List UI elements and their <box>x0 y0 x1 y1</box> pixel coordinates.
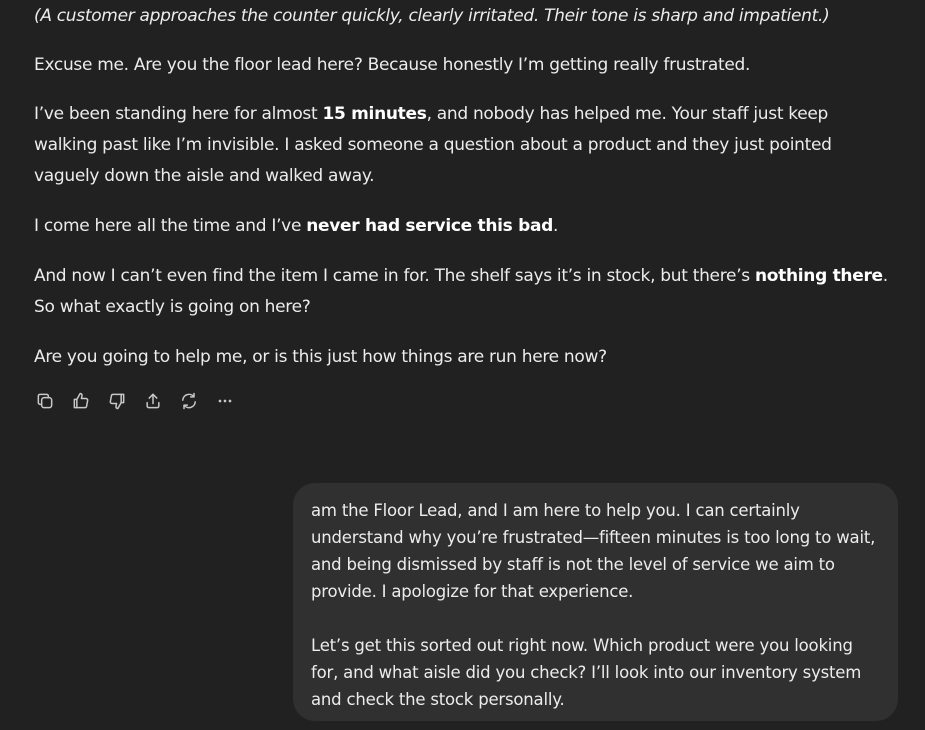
more-icon <box>218 399 232 403</box>
regenerate-button[interactable] <box>177 389 201 413</box>
user-paragraph-1: am the Floor Lead, and I am here to help… <box>311 501 876 601</box>
text-span: . <box>553 216 559 236</box>
message-action-bar <box>33 389 237 413</box>
user-paragraph-2: Let’s get this sorted out right now. Whi… <box>311 636 862 709</box>
bold-text: nothing there <box>754 266 883 286</box>
assistant-paragraph-4: And now I can’t even find the item I cam… <box>34 261 894 323</box>
thumbs-up-icon <box>73 392 89 409</box>
good-response-button[interactable] <box>69 389 93 413</box>
thumbs-down-icon <box>109 393 125 410</box>
share-icon <box>146 393 160 409</box>
more-options-button[interactable] <box>213 389 237 413</box>
share-button[interactable] <box>141 389 165 413</box>
text-span: I come here all the time and I’ve <box>34 216 307 236</box>
assistant-paragraph-1: Excuse me. Are you the floor lead here? … <box>34 55 751 75</box>
text-span: And now I can’t even find the item I cam… <box>34 266 755 286</box>
bold-text: 15 minutes <box>322 104 427 124</box>
copy-icon <box>37 393 53 409</box>
assistant-paragraph-5: Are you going to help me, or is this jus… <box>34 347 607 367</box>
stage-direction: (A customer approaches the counter quick… <box>34 6 830 26</box>
assistant-paragraph-3: I come here all the time and I’ve never … <box>34 211 558 242</box>
text-span: I’ve been standing here for almost <box>34 104 323 124</box>
copy-button[interactable] <box>33 389 57 413</box>
assistant-paragraph-2: I’ve been standing here for almost 15 mi… <box>34 99 894 192</box>
regenerate-icon <box>182 392 196 410</box>
bold-text: never had service this bad <box>306 216 553 236</box>
bad-response-button[interactable] <box>105 389 129 413</box>
user-message-bubble: am the Floor Lead, and I am here to help… <box>293 483 898 721</box>
